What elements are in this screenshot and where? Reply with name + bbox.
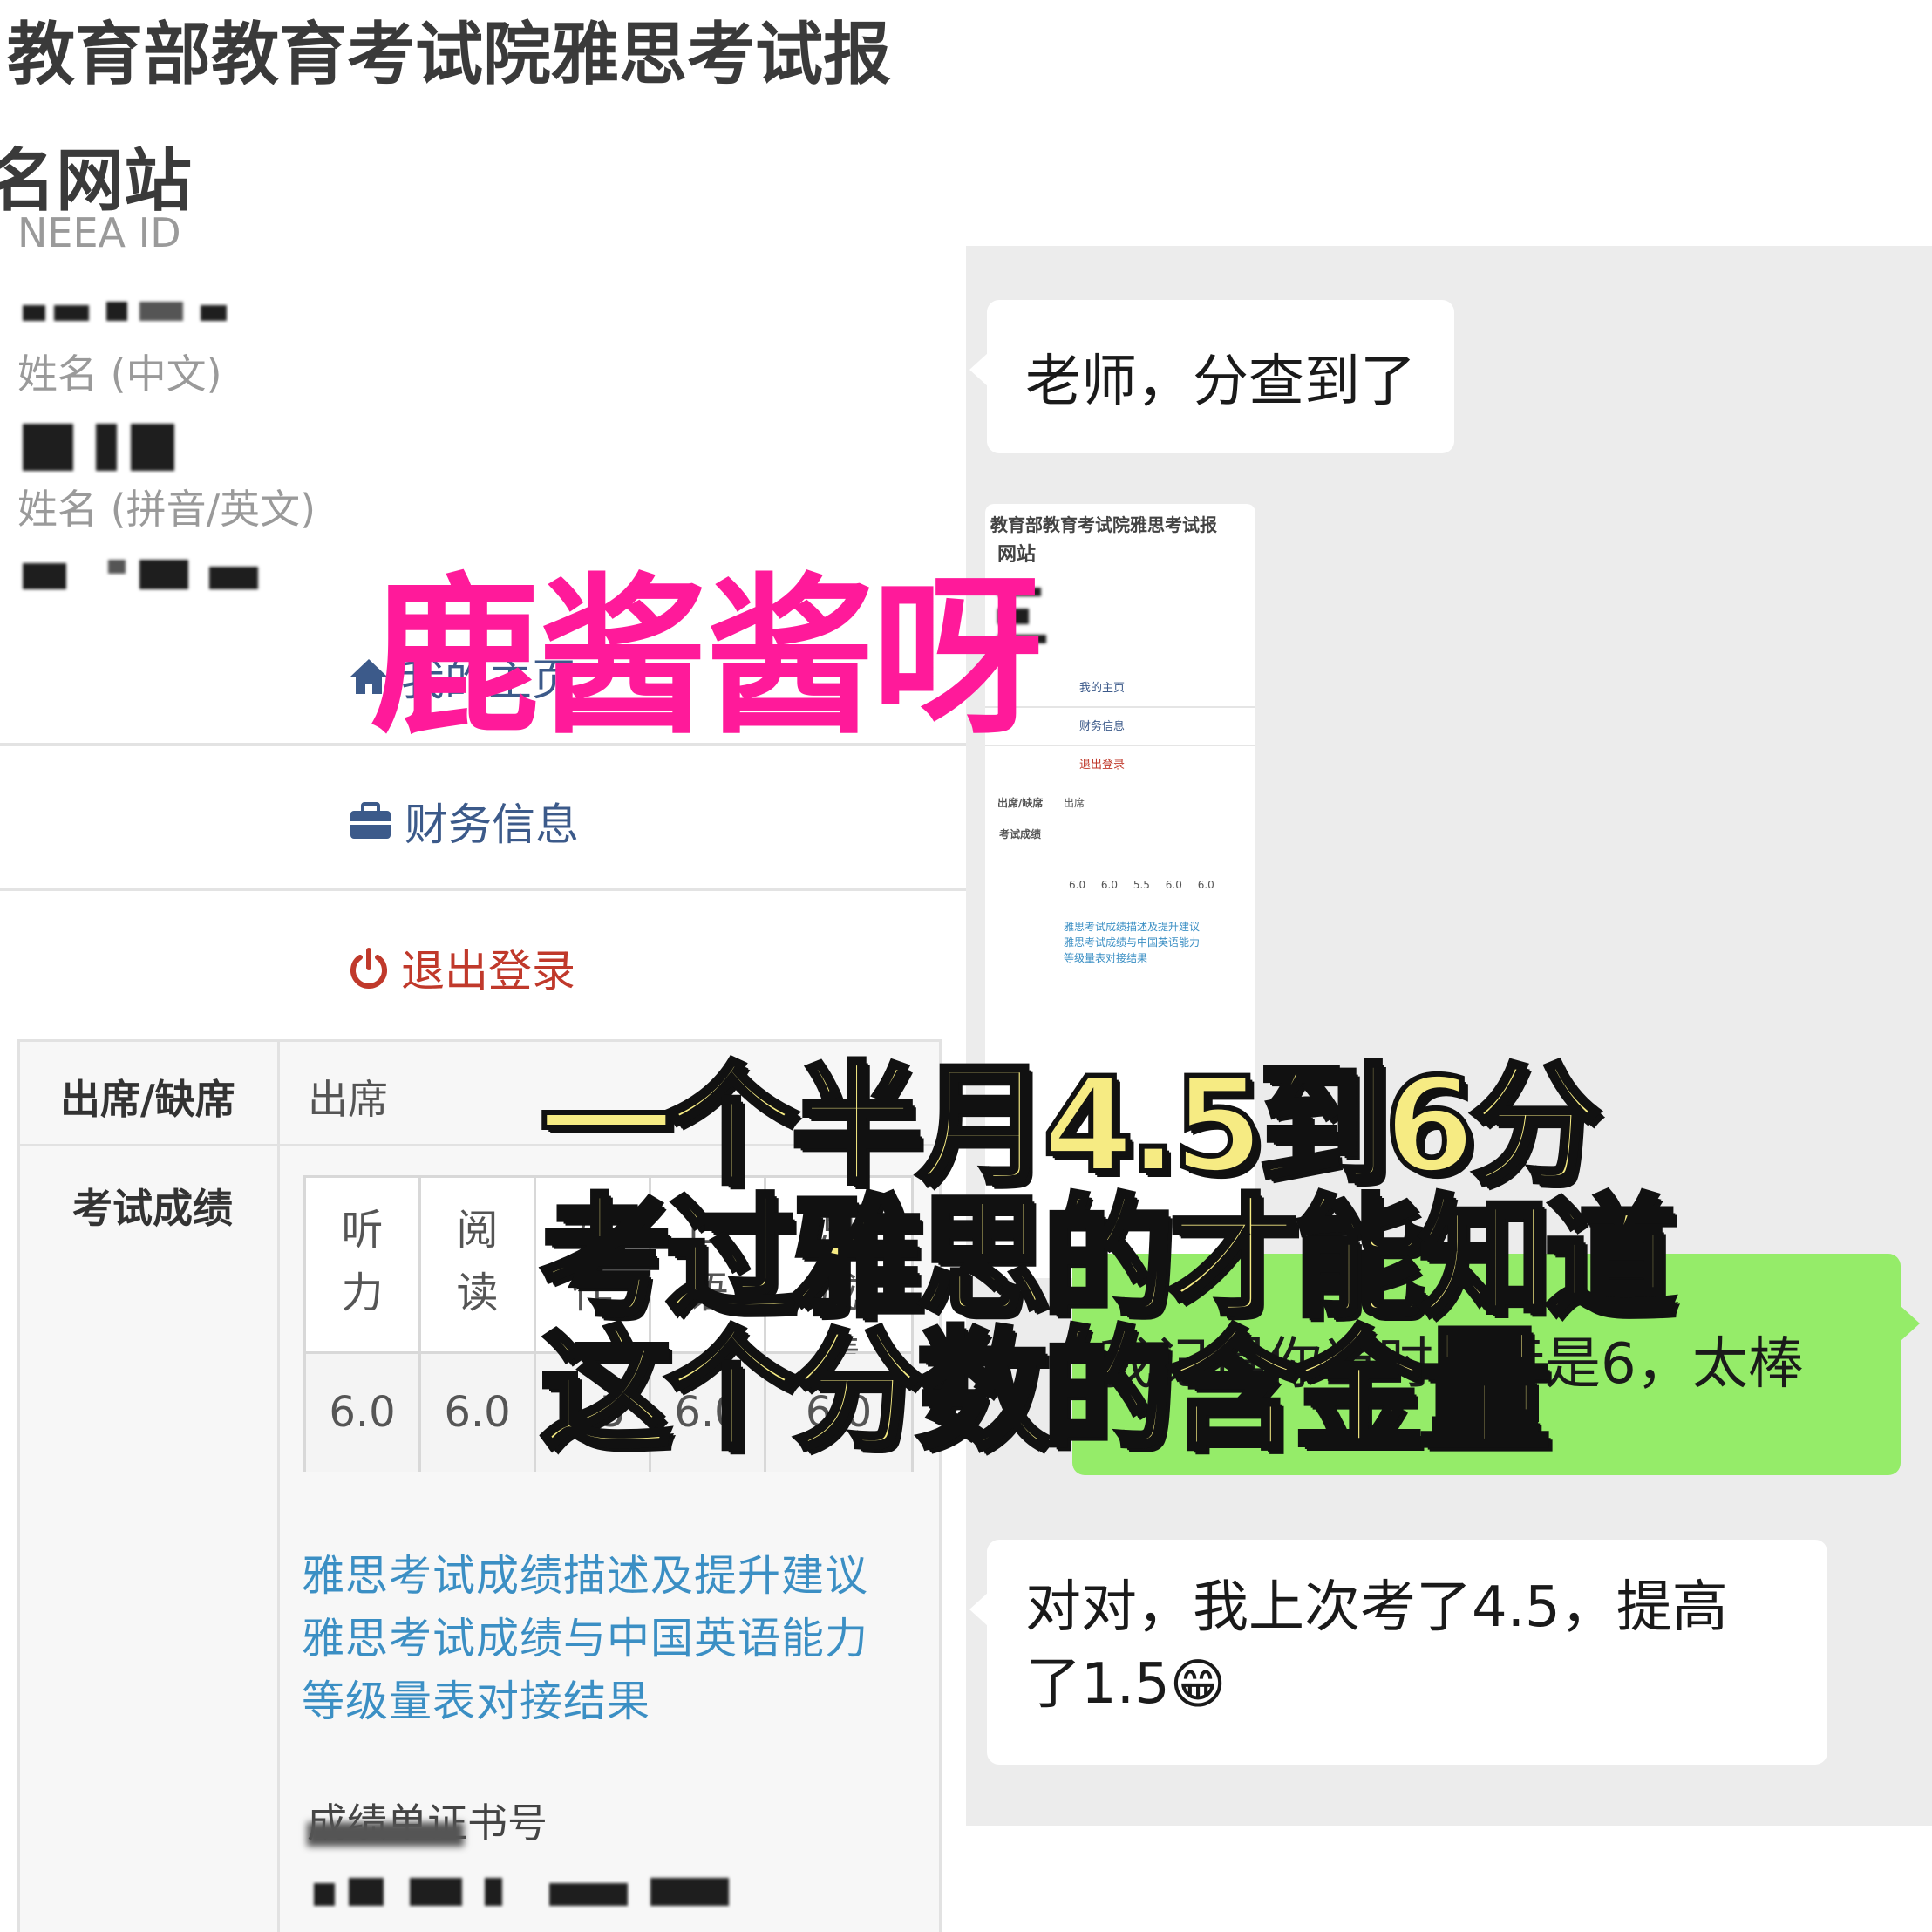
column-separator [277, 1042, 280, 1932]
watermark-text: 鹿酱酱呀 [370, 559, 1043, 758]
grin-emoji-icon: 😁 [1169, 1652, 1227, 1716]
score-description-link[interactable]: 雅思考试成绩描述及提升建议 [302, 1541, 868, 1603]
nav-finance-label: 财务信息 [405, 799, 579, 850]
thumb-scores-label: 考试成绩 [999, 828, 1042, 840]
thumb-nav-home: 我的主页 [1079, 682, 1126, 695]
briefcase-icon [350, 802, 391, 839]
score-value-listening: 6.0 [306, 1354, 421, 1472]
site-title-line1: 教育部教育考试院雅思考试报 [7, 16, 892, 94]
score-report-panel: 教育部教育考试院雅思考试报 名网站 NEEA ID 姓名 (中文) 姓名 (拼音… [0, 0, 966, 1932]
score-header-reading: 阅读 [421, 1178, 536, 1354]
thumb-link1: 雅思考试成绩描述及提升建议 [1064, 921, 1201, 933]
power-icon [350, 948, 387, 989]
chat-message-line2: 了1.5😁 [1025, 1652, 1227, 1717]
thumb-score-values: 6.0 6.0 5.5 6.0 6.0 [1069, 879, 1214, 891]
thumb-attendance-label: 出席/缺席 [997, 797, 1044, 809]
thumb-link3: 等级量表对接结果 [1064, 952, 1148, 964]
score-cse-link-line2[interactable]: 等级量表对接结果 [302, 1667, 650, 1729]
score-value-reading: 6.0 [421, 1354, 536, 1472]
nav-logout-label: 退出登录 [401, 946, 575, 997]
attendance-label: 出席/缺席 [60, 1076, 235, 1123]
nav-logout[interactable]: 退出登录 [349, 936, 575, 999]
name-en-label: 姓名 (拼音/英文) [17, 486, 316, 533]
thumb-nav-logout: 退出登录 [1079, 759, 1126, 772]
chat-message-bubble: 对对，我上次考了4.5，提高 了1.5😁 [969, 1540, 1827, 1765]
thumb-attendance-value: 出席 [1064, 797, 1085, 809]
chat-message-bubble: 老师，分查到了 [969, 300, 1454, 453]
name-cn-label: 姓名 (中文) [17, 350, 222, 398]
neea-id-label: NEEA ID [17, 209, 181, 256]
score-header-listening: 听力 [306, 1178, 421, 1354]
attendance-value: 出席 [308, 1076, 388, 1123]
score-cse-link-line1[interactable]: 雅思考试成绩与中国英语能力 [302, 1604, 868, 1666]
chat-message-line1: 对对，我上次考了4.5，提高 [1025, 1575, 1728, 1640]
nav-finance[interactable]: 财务信息 [349, 790, 579, 853]
thumb-nav-finance: 财务信息 [1079, 720, 1126, 733]
thumb-link2: 雅思考试成绩与中国英语能力 [1064, 936, 1201, 949]
scores-label: 考试成绩 [72, 1185, 233, 1232]
caption-line3: 这个分数的含金量 [538, 1313, 1553, 1470]
nav-divider [0, 888, 966, 891]
